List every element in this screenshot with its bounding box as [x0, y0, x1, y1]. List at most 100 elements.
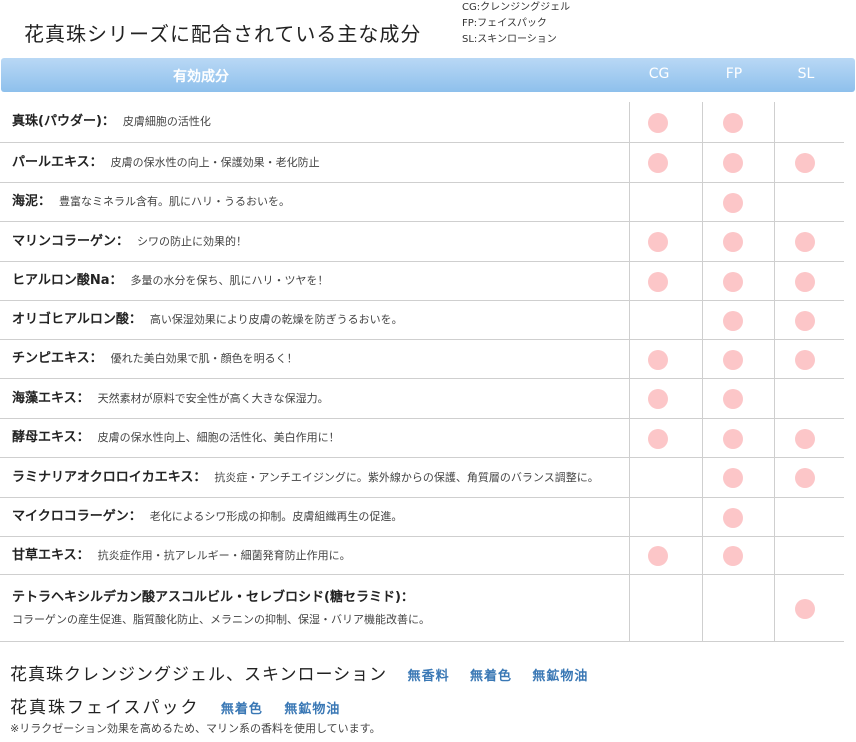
ingredient-cell: チンピエキス： 優れた美白効果で肌・顔色を明るく！ [12, 340, 624, 378]
included-dot-sl [795, 311, 815, 331]
ingredient-description: 天然素材が原料で安全性が高く大きな保湿力。 [97, 392, 329, 405]
page-title: 花真珠シリーズに配合されている主な成分 [24, 22, 422, 46]
table-header: 有効成分 CG FP SL [1, 58, 855, 92]
ingredient-name: マリンコラーゲン： [12, 234, 130, 249]
legend-fp: FP:フェイスパック [462, 18, 547, 29]
included-dot-fp [723, 389, 743, 409]
ingredient-description: 高い保湿効果により皮膚の乾燥を防ぎうるおいを。 [149, 313, 403, 326]
table-row: 海藻エキス： 天然素材が原料で安全性が高く大きな保湿力。 [0, 379, 844, 419]
table-row: マイクロコラーゲン： 老化によるシワ形成の抑制。皮膚組織再生の促進。 [0, 498, 844, 537]
included-dot-cg [648, 272, 668, 292]
included-dot-sl [795, 599, 815, 619]
tag-mineral-oil-free: 無鉱物油 [284, 702, 341, 717]
included-dot-fp [723, 113, 743, 133]
column-divider [774, 102, 775, 642]
tag-fragrance-free: 無香料 [407, 669, 450, 684]
ingredient-description: 豊富なミネラル含有。肌にハリ・うるおいを。 [59, 195, 291, 208]
footer-line-1: 花真珠クレンジングジェル、スキンローション 無香料 無着色 無鉱物油 [10, 660, 588, 685]
tag-colorant-free: 無着色 [220, 702, 263, 717]
ingredient-name: 酵母エキス： [12, 430, 90, 445]
table-row: ヒアルロン酸Na： 多量の水分を保ち、肌にハリ・ツヤを！ [0, 262, 844, 301]
included-dot-cg [648, 429, 668, 449]
table-row: 酵母エキス： 皮膚の保水性向上、細胞の活性化、美白作用に！ [0, 419, 844, 458]
included-dot-fp [723, 350, 743, 370]
included-dot-sl [795, 429, 815, 449]
legend-cg: CG:クレンジングジェル [462, 2, 571, 13]
table-row: 真珠(パウダー)： 皮膚細胞の活性化 [0, 102, 844, 143]
table-row: 海泥： 豊富なミネラル含有。肌にハリ・うるおいを。 [0, 183, 844, 222]
footer-line-1-text: 花真珠クレンジングジェル、スキンローション [10, 665, 388, 685]
tag-mineral-oil-free: 無鉱物油 [532, 669, 589, 684]
footer-line-2-text: 花真珠フェイスパック [10, 698, 200, 718]
ingredient-description: 皮膚の保水性の向上・保護効果・老化防止 [110, 156, 320, 169]
included-dot-fp [723, 232, 743, 252]
included-dot-cg [648, 113, 668, 133]
ingredient-name: 海泥： [12, 194, 52, 209]
table-row: オリゴヒアルロン酸： 高い保湿効果により皮膚の乾燥を防ぎうるおいを。 [0, 301, 844, 340]
included-dot-sl [795, 272, 815, 292]
ingredient-name: ラミナリアオクロロイカエキス： [12, 470, 207, 485]
ingredient-cell: ラミナリアオクロロイカエキス： 抗炎症・アンチエイジングに。紫外線からの保護、角質… [12, 458, 624, 497]
ingredient-description: 皮膚の保水性向上、細胞の活性化、美白作用に！ [97, 431, 340, 444]
ingredient-name: 海藻エキス： [12, 391, 90, 406]
table-row: ラミナリアオクロロイカエキス： 抗炎症・アンチエイジングに。紫外線からの保護、角質… [0, 458, 844, 498]
included-dot-cg [648, 153, 668, 173]
ingredient-cell: 海藻エキス： 天然素材が原料で安全性が高く大きな保湿力。 [12, 379, 624, 418]
included-dot-sl [795, 350, 815, 370]
ingredient-table: 真珠(パウダー)： 皮膚細胞の活性化パールエキス： 皮膚の保水性の向上・保護効果・老… [0, 102, 844, 642]
included-dot-fp [723, 193, 743, 213]
ingredient-name: 真珠(パウダー)： [12, 114, 115, 129]
ingredient-cell: マリンコラーゲン： シワの防止に効果的！ [12, 222, 624, 261]
ingredient-name: ヒアルロン酸Na： [12, 273, 123, 288]
ingredient-description: 抗炎症作用・抗アレルギー・細菌発育防止作用に。 [97, 549, 351, 562]
ingredient-description: シワの防止に効果的！ [137, 235, 248, 248]
table-row: テトラヘキシルデカン酸アスコルビル・セレブロシド(糖セラミド)： コラーゲンの産生… [0, 575, 844, 642]
ingredient-cell: パールエキス： 皮膚の保水性の向上・保護効果・老化防止 [12, 143, 624, 182]
ingredient-cell: 甘草エキス： 抗炎症作用・抗アレルギー・細菌発育防止作用に。 [12, 537, 624, 574]
header-ingredient: 有効成分 [173, 69, 229, 85]
ingredient-description: コラーゲンの産生促進、脂質酸化防止、メラニンの抑制、保湿・バリア機能改善に。 [12, 613, 430, 626]
column-divider [629, 102, 630, 642]
ingredient-cell: ヒアルロン酸Na： 多量の水分を保ち、肌にハリ・ツヤを！ [12, 262, 624, 300]
included-dot-sl [795, 153, 815, 173]
ingredient-description: 多量の水分を保ち、肌にハリ・ツヤを！ [130, 274, 329, 287]
included-dot-fp [723, 153, 743, 173]
included-dot-sl [795, 232, 815, 252]
included-dot-cg [648, 546, 668, 566]
footer-line-2: 花真珠フェイスパック 無着色 無鉱物油 [10, 693, 340, 718]
ingredient-description: 皮膚細胞の活性化 [122, 115, 211, 128]
included-dot-fp [723, 468, 743, 488]
included-dot-cg [648, 350, 668, 370]
ingredient-name: チンピエキス： [12, 351, 103, 366]
ingredient-name: テトラヘキシルデカン酸アスコルビル・セレブロシド(糖セラミド)： [12, 590, 414, 605]
ingredient-name: オリゴヒアルロン酸： [12, 312, 142, 327]
header-sl: SL [797, 66, 815, 82]
ingredient-name: マイクロコラーゲン： [12, 509, 142, 524]
included-dot-fp [723, 546, 743, 566]
ingredient-cell: オリゴヒアルロン酸： 高い保湿効果により皮膚の乾燥を防ぎうるおいを。 [12, 301, 624, 339]
tag-colorant-free: 無着色 [469, 669, 512, 684]
included-dot-sl [795, 468, 815, 488]
included-dot-fp [723, 272, 743, 292]
legend: CG:クレンジングジェル FP:フェイスパック SL:スキンローション [462, 0, 570, 48]
included-dot-fp [723, 508, 743, 528]
header-cg: CG [648, 66, 670, 82]
table-row: 甘草エキス： 抗炎症作用・抗アレルギー・細菌発育防止作用に。 [0, 537, 844, 575]
table-row: チンピエキス： 優れた美白効果で肌・顔色を明るく！ [0, 340, 844, 379]
header-fp: FP [725, 66, 743, 82]
ingredient-cell: マイクロコラーゲン： 老化によるシワ形成の抑制。皮膚組織再生の促進。 [12, 498, 624, 536]
legend-sl: SL:スキンローション [462, 34, 557, 45]
ingredient-name: パールエキス： [12, 155, 103, 170]
table-row: パールエキス： 皮膚の保水性の向上・保護効果・老化防止 [0, 143, 844, 183]
ingredient-name: 甘草エキス： [12, 548, 90, 563]
ingredient-description: 優れた美白効果で肌・顔色を明るく！ [110, 352, 298, 365]
column-divider [702, 102, 703, 642]
included-dot-fp [723, 311, 743, 331]
included-dot-cg [648, 232, 668, 252]
included-dot-fp [723, 429, 743, 449]
table-row: マリンコラーゲン： シワの防止に効果的！ [0, 222, 844, 262]
included-dot-cg [648, 389, 668, 409]
ingredient-cell: テトラヘキシルデカン酸アスコルビル・セレブロシド(糖セラミド)： コラーゲンの産生… [12, 587, 624, 631]
ingredient-cell: 真珠(パウダー)： 皮膚細胞の活性化 [12, 102, 624, 142]
footer-note: ※リラクゼーション効果を高めるため、マリン系の香料を使用しています。 [10, 722, 381, 735]
